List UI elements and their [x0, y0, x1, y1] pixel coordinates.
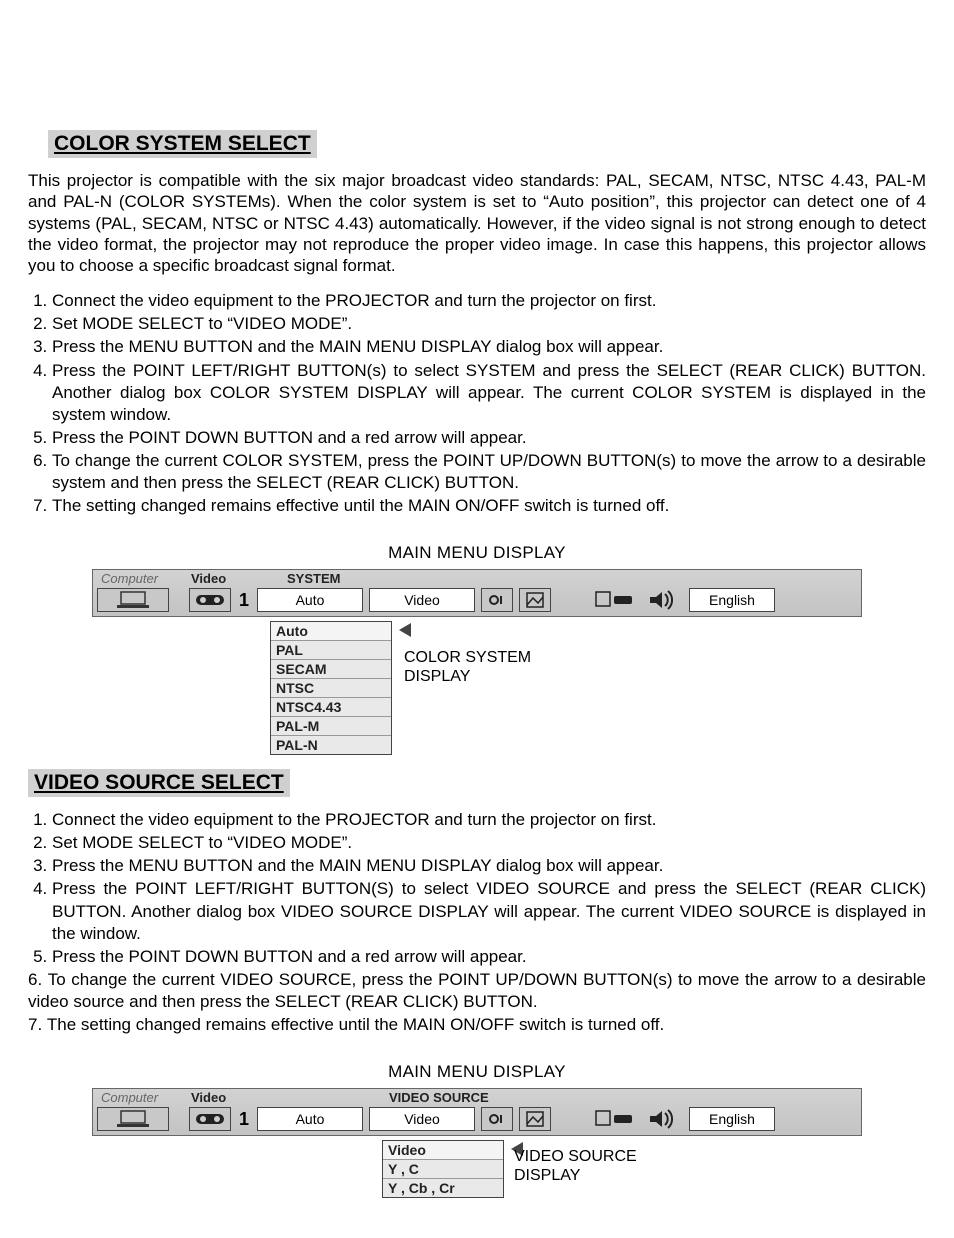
step: Connect the video equipment to the PROJE…: [52, 290, 926, 312]
label-computer: Computer: [101, 571, 158, 586]
video-input-number: 1: [237, 588, 251, 612]
steps-color-system: Connect the video equipment to the PROJE…: [28, 290, 926, 517]
adjust-icon: [481, 588, 513, 612]
figure-main-menu-2: Computer Video VIDEO SOURCE 1 Auto Video: [92, 1088, 862, 1198]
step: Press the POINT LEFT/RIGHT BUTTON(s) to …: [52, 360, 926, 426]
color-system-dropdown: AutoPALSECAMNTSCNTSC4.43PAL-MPAL-N: [270, 621, 392, 755]
picture-icon: [519, 1107, 551, 1131]
system-field: Auto: [257, 1107, 363, 1131]
picture-icon: [519, 588, 551, 612]
figcaption-1: MAIN MENU DISPLAY: [28, 543, 926, 563]
video-source-field: Video: [369, 1107, 475, 1131]
label-video: Video: [191, 571, 226, 586]
step: The setting changed remains effective un…: [28, 1014, 926, 1036]
dropdown-row: SECAM: [271, 660, 391, 679]
sound-icon: [643, 588, 683, 612]
dropdown-row: PAL-M: [271, 717, 391, 736]
step: Press the POINT LEFT/RIGHT BUTTON(S) to …: [52, 878, 926, 944]
dropdown-row: Y , Cb , Cr: [383, 1179, 503, 1197]
step: Set MODE SELECT to “VIDEO MODE”.: [52, 832, 926, 854]
figure-main-menu-1: Computer Video SYSTEM 1 Auto Video: [92, 569, 862, 755]
computer-icon: [97, 588, 169, 612]
menubar-1: Computer Video SYSTEM 1 Auto Video: [92, 569, 862, 617]
video-icon: [189, 588, 231, 612]
dropdown-row: Auto: [271, 622, 391, 641]
language-field: English: [689, 588, 775, 612]
projector-icon: [591, 588, 637, 612]
step: Press the MENU BUTTON and the MAIN MENU …: [52, 336, 926, 358]
menubar-2: Computer Video VIDEO SOURCE 1 Auto Video: [92, 1088, 862, 1136]
steps-video-source: Connect the video equipment to the PROJE…: [28, 809, 926, 1036]
step: To change the current VIDEO SOURCE, pres…: [28, 969, 926, 1013]
step: Press the POINT DOWN BUTTON and a red ar…: [52, 427, 926, 449]
label-slot-title-1: SYSTEM: [287, 571, 340, 586]
dropdown-row: NTSC4.43: [271, 698, 391, 717]
language-field: English: [689, 1107, 775, 1131]
dropdown-row: PAL: [271, 641, 391, 660]
label-computer: Computer: [101, 1090, 158, 1105]
sound-icon: [643, 1107, 683, 1131]
heading-video-source: VIDEO SOURCE SELECT: [28, 769, 290, 797]
step: The setting changed remains effective un…: [52, 495, 926, 517]
video-icon: [189, 1107, 231, 1131]
step: Set MODE SELECT to “VIDEO MODE”.: [52, 313, 926, 335]
video-input-number: 1: [237, 1107, 251, 1131]
video-source-dropdown: VideoY , CY , Cb , Cr: [382, 1140, 504, 1198]
step: To change the current COLOR SYSTEM, pres…: [52, 450, 926, 494]
adjust-icon: [481, 1107, 513, 1131]
dropdown-row: NTSC: [271, 679, 391, 698]
selection-arrow-icon: [399, 623, 411, 637]
step: Connect the video equipment to the PROJE…: [52, 809, 926, 831]
video-source-display-label: VIDEO SOURCEDISPLAY: [514, 1148, 637, 1185]
projector-icon: [591, 1107, 637, 1131]
system-field: Auto: [257, 588, 363, 612]
dropdown-row: PAL-N: [271, 736, 391, 754]
video-source-field: Video: [369, 588, 475, 612]
computer-icon: [97, 1107, 169, 1131]
color-system-display-label: COLOR SYSTEMDISPLAY: [404, 649, 531, 686]
label-slot-title-2: VIDEO SOURCE: [389, 1090, 489, 1105]
figcaption-2: MAIN MENU DISPLAY: [28, 1062, 926, 1082]
intro-color-system: This projector is compatible with the si…: [28, 170, 926, 276]
heading-color-system: COLOR SYSTEM SELECT: [48, 130, 317, 158]
dropdown-row: Video: [383, 1141, 503, 1160]
step: Press the POINT DOWN BUTTON and a red ar…: [52, 946, 926, 968]
step: Press the MENU BUTTON and the MAIN MENU …: [52, 855, 926, 877]
dropdown-row: Y , C: [383, 1160, 503, 1179]
label-video: Video: [191, 1090, 226, 1105]
